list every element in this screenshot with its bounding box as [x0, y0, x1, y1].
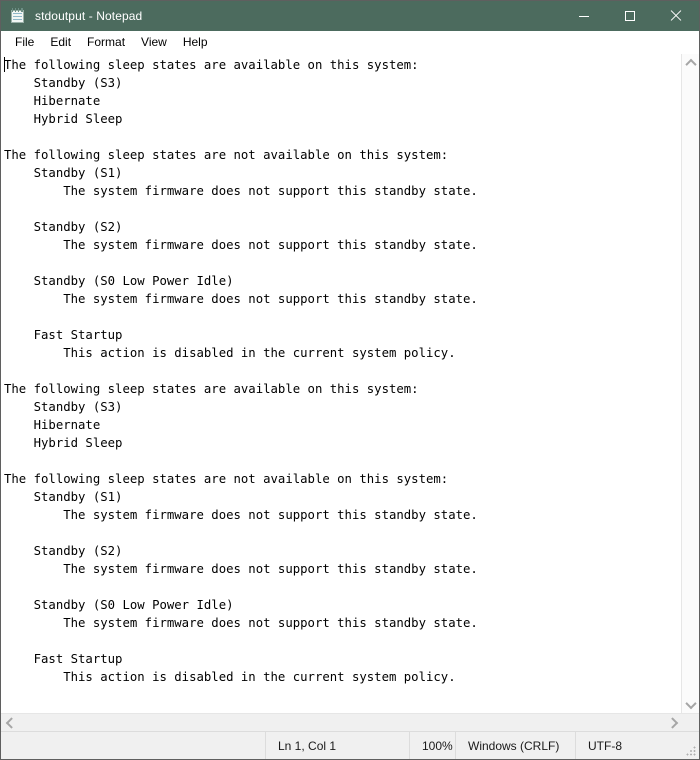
notepad-window: stdoutput - Notepad File Edit Format Vie…	[0, 0, 700, 760]
status-cursor-position: Ln 1, Col 1	[265, 732, 409, 759]
chevron-up-icon	[684, 58, 697, 70]
text-caret	[4, 57, 5, 72]
vertical-scrollbar-thumb[interactable]	[683, 71, 698, 696]
horizontal-scrollbar[interactable]	[1, 714, 682, 731]
scroll-up-button[interactable]	[682, 54, 699, 71]
horizontal-scrollbar-row	[1, 713, 699, 731]
menu-bar: File Edit Format View Help	[1, 31, 699, 54]
menu-item-edit[interactable]: Edit	[42, 32, 79, 52]
close-icon	[670, 10, 682, 22]
window-controls	[561, 1, 699, 31]
window-title: stdoutput - Notepad	[35, 9, 143, 23]
status-bar-spacer	[1, 732, 265, 759]
maximize-icon	[625, 11, 635, 21]
chevron-right-icon	[666, 716, 678, 729]
minimize-button[interactable]	[561, 1, 607, 31]
horizontal-scrollbar-thumb[interactable]	[18, 715, 665, 730]
status-zoom-level[interactable]: 100%	[409, 732, 455, 759]
status-line-endings[interactable]: Windows (CRLF)	[455, 732, 575, 759]
title-bar[interactable]: stdoutput - Notepad	[1, 1, 699, 31]
scroll-right-button[interactable]	[665, 714, 682, 731]
menu-item-view[interactable]: View	[133, 32, 175, 52]
text-editor[interactable]: The following sleep states are available…	[1, 54, 681, 713]
resize-grip-icon[interactable]	[686, 746, 696, 756]
scrollbar-corner	[682, 714, 699, 731]
menu-item-help[interactable]: Help	[175, 32, 216, 52]
content-area: The following sleep states are available…	[1, 54, 699, 713]
scroll-left-button[interactable]	[1, 714, 18, 731]
minimize-icon	[579, 15, 589, 17]
maximize-button[interactable]	[607, 1, 653, 31]
scroll-down-button[interactable]	[682, 696, 699, 713]
chevron-left-icon	[5, 716, 17, 729]
vertical-scrollbar[interactable]	[681, 54, 699, 713]
chevron-down-icon	[684, 697, 697, 709]
editor-text[interactable]: The following sleep states are available…	[1, 54, 681, 686]
close-button[interactable]	[653, 1, 699, 31]
notepad-icon	[10, 8, 26, 24]
status-bar: Ln 1, Col 1 100% Windows (CRLF) UTF-8	[1, 731, 699, 759]
status-encoding[interactable]: UTF-8	[575, 732, 699, 759]
menu-item-file[interactable]: File	[7, 32, 42, 52]
menu-item-format[interactable]: Format	[79, 32, 133, 52]
